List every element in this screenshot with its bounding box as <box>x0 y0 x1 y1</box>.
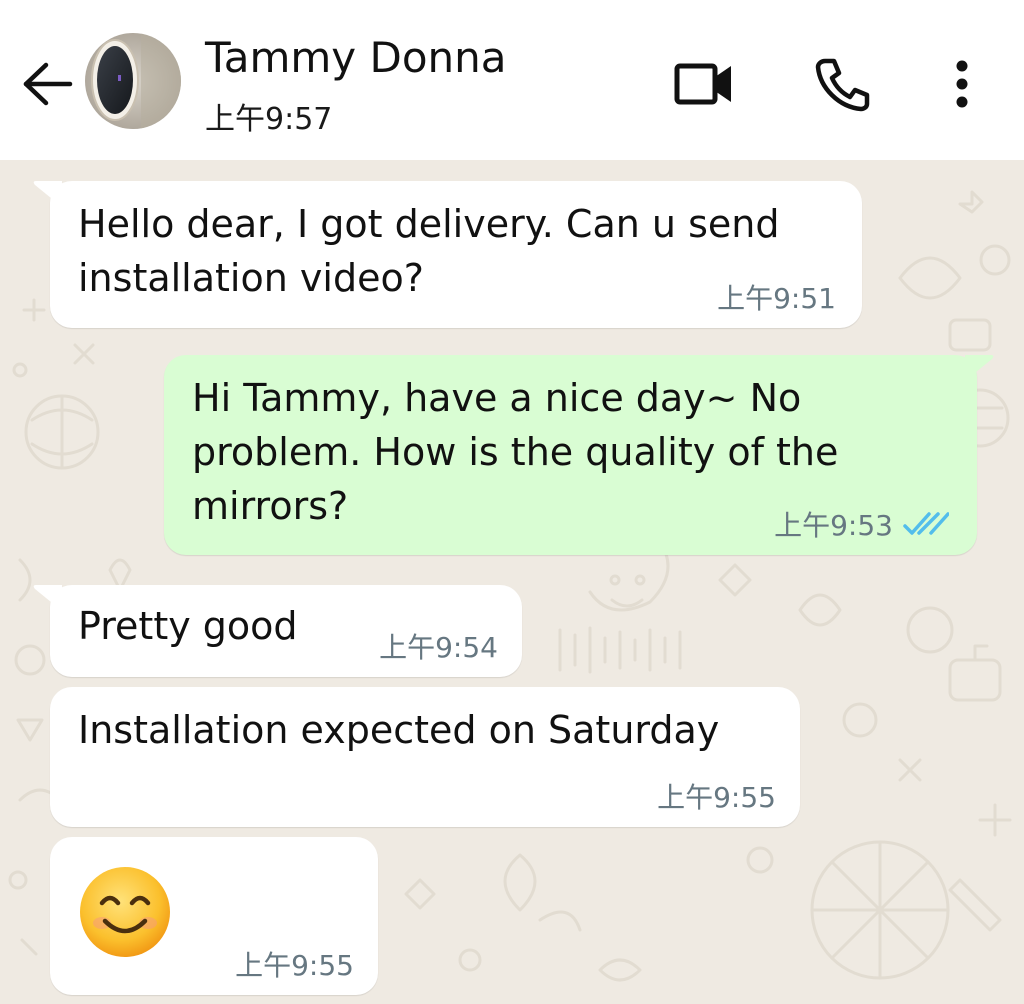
contact-avatar[interactable] <box>85 33 181 129</box>
contact-name[interactable]: Tammy Donna <box>205 33 507 82</box>
message-timestamp: 上午9:54 <box>379 631 498 664</box>
voice-call-button[interactable] <box>812 55 870 113</box>
last-seen-status: 上午9:57 <box>205 102 333 137</box>
arrow-left-icon <box>23 62 73 106</box>
bubble-tail <box>33 585 62 611</box>
message-timestamp: 上午9:53 <box>774 509 893 542</box>
back-button[interactable] <box>22 62 74 106</box>
smiling-face-icon <box>80 867 170 957</box>
message-bubble-incoming[interactable]: Hello dear, I got delivery. Can u send i… <box>33 181 862 328</box>
message-text-line: installation video? <box>78 256 424 300</box>
bubble-tail <box>965 355 994 381</box>
double-check-icon <box>903 512 949 535</box>
message-bubble-incoming[interactable]: Pretty good 上午9:54 <box>33 585 522 677</box>
message-timestamp: 上午9:55 <box>235 949 354 982</box>
message-text-line: Hi Tammy, have a nice day~ No <box>192 376 802 420</box>
message-timestamp: 上午9:55 <box>657 781 776 814</box>
message-text-line: mirrors? <box>192 484 349 528</box>
phone-icon <box>815 58 870 112</box>
more-options-button[interactable] <box>944 58 980 110</box>
chat-messages-area[interactable]: Hello dear, I got delivery. Can u send i… <box>0 160 1024 1004</box>
bubble-tail <box>33 181 62 207</box>
chat-header: Tammy Donna 上午9:57 <box>0 0 1024 160</box>
message-text-line: Hello dear, I got delivery. Can u send <box>78 202 780 246</box>
message-text-line: Pretty good <box>78 604 298 648</box>
message-bubble-outgoing[interactable]: Hi Tammy, have a nice day~ No problem. H… <box>164 355 994 555</box>
message-bubble-incoming[interactable]: 上午9:55 <box>50 837 378 995</box>
video-camera-icon <box>674 63 731 105</box>
message-text-line: problem. How is the quality of the <box>192 430 839 474</box>
video-call-button[interactable] <box>672 58 738 110</box>
message-text-line: Installation expected on Saturday <box>78 708 720 752</box>
more-vertical-icon <box>956 60 968 108</box>
message-timestamp: 上午9:51 <box>717 282 836 315</box>
message-bubble-incoming[interactable]: Installation expected on Saturday 上午9:55 <box>50 687 800 827</box>
